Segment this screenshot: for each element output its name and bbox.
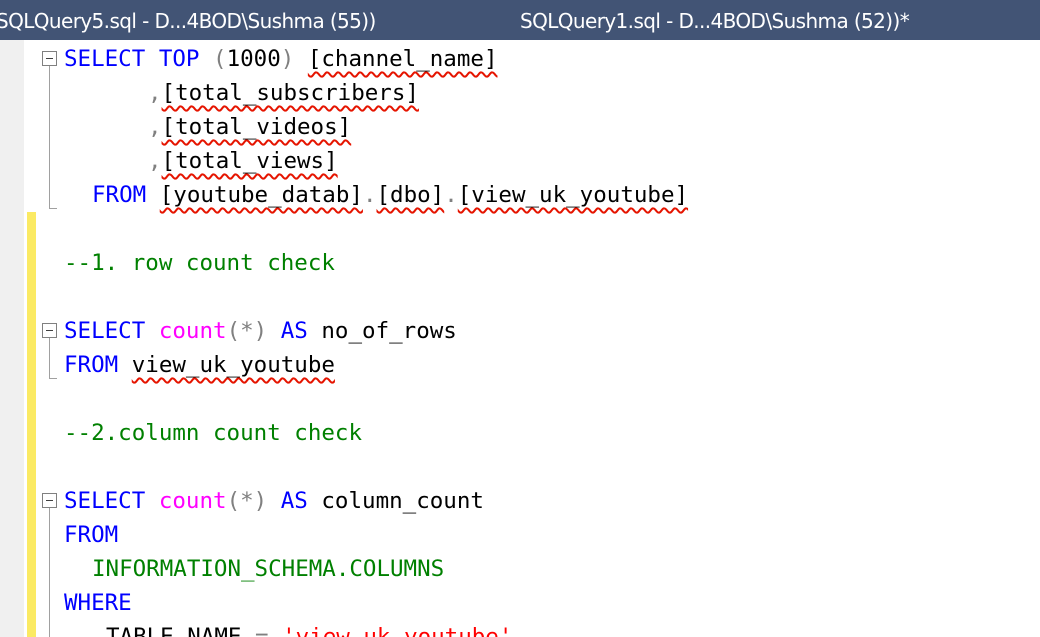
- database-name: [youtube_datab]: [159, 182, 363, 208]
- tab-sqlquery5[interactable]: SQLQuery5.sql - D...4BOD\Sushma (55)): [0, 0, 376, 40]
- code-line-10: FROM view_uk_youtube: [64, 348, 335, 382]
- code-line-2: ,[total_subscribers]: [148, 76, 419, 110]
- information-schema-columns: INFORMATION_SCHEMA.COLUMNS: [92, 556, 445, 582]
- keyword-top: TOP: [158, 46, 200, 72]
- comma: ,: [148, 80, 162, 106]
- equals-operator: =: [255, 624, 269, 637]
- outline-end-1: [49, 208, 57, 209]
- top-number: 1000: [226, 46, 281, 72]
- string-view-name: 'view_uk_youtube': [282, 624, 513, 637]
- editor-margin: [0, 40, 24, 637]
- outline-line-2: [49, 338, 50, 378]
- comma: ,: [148, 148, 162, 174]
- keyword-select: SELECT: [64, 318, 146, 344]
- dot: .: [444, 182, 458, 208]
- keyword-from: FROM: [64, 522, 119, 548]
- code-line-17: WHERE: [64, 586, 132, 620]
- code-line-3: ,[total_videos]: [148, 110, 351, 144]
- keyword-from: FROM: [64, 352, 119, 378]
- collapse-block-3-icon[interactable]: [42, 493, 57, 508]
- dot: .: [362, 182, 377, 208]
- code-line-5: FROM [youtube_datab].[dbo].[view_uk_yout…: [92, 178, 688, 212]
- alias-column-count: column_count: [321, 488, 484, 514]
- view-name: [view_uk_youtube]: [457, 182, 689, 208]
- column-total-views: [total_views]: [161, 148, 338, 174]
- unsaved-change-bar: [27, 212, 36, 637]
- keyword-as: AS: [280, 318, 308, 344]
- function-count: count: [158, 318, 227, 344]
- keyword-select: SELECT: [64, 46, 146, 72]
- code-line-4: ,[total_views]: [148, 144, 338, 178]
- document-tab-bar: SQLQuery5.sql - D...4BOD\Sushma (55)) SQ…: [0, 0, 1040, 40]
- column-table-name: TABLE_NAME: [106, 624, 242, 637]
- column-total-videos: [total_videos]: [161, 114, 352, 140]
- sql-editor[interactable]: SELECT TOP (1000) [channel_name] ,[total…: [0, 40, 1040, 637]
- column-total-subscribers: [total_subscribers]: [161, 80, 419, 106]
- paren-close: ): [280, 46, 295, 72]
- comma: ,: [148, 114, 162, 140]
- code-line-15: FROM: [64, 518, 118, 552]
- code-line-18: TABLE_NAME = 'view_uk_youtube': [106, 620, 512, 637]
- comment-column-count: --2.column count check: [64, 420, 363, 446]
- outline-line-3: [49, 508, 50, 637]
- column-channel-name: [channel_name]: [307, 46, 498, 72]
- outline-line-1: [49, 66, 50, 208]
- collapse-block-2-icon[interactable]: [42, 323, 57, 338]
- keyword-from: FROM: [92, 182, 147, 208]
- keyword-as: AS: [280, 488, 308, 514]
- code-line-9: SELECT count(*) AS no_of_rows: [64, 314, 457, 348]
- view-name: view_uk_youtube: [131, 352, 335, 378]
- count-args: (*): [226, 488, 268, 514]
- code-line-14: SELECT count(*) AS column_count: [64, 484, 484, 518]
- keyword-where: WHERE: [64, 590, 132, 616]
- alias-no-of-rows: no_of_rows: [321, 318, 457, 344]
- schema-name: [dbo]: [376, 182, 445, 208]
- code-line-1: SELECT TOP (1000) [channel_name]: [64, 42, 498, 76]
- paren-open: (: [213, 46, 227, 72]
- outline-end-2: [49, 378, 57, 379]
- tab-sqlquery1[interactable]: SQLQuery1.sql - D...4BOD\Sushma (52))*: [520, 0, 910, 40]
- keyword-select: SELECT: [64, 488, 146, 514]
- function-count: count: [158, 488, 227, 514]
- count-args: (*): [226, 318, 268, 344]
- comment-row-count: --1. row count check: [64, 250, 335, 276]
- collapse-block-1-icon[interactable]: [42, 51, 57, 66]
